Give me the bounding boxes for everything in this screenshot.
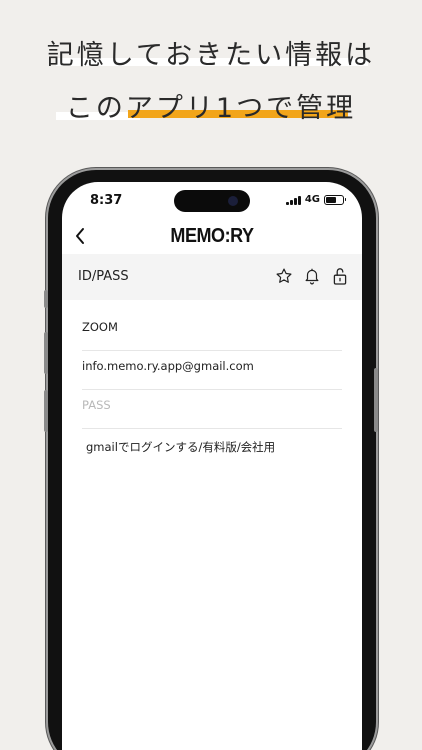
battery-icon [324,194,346,205]
status-time: 8:37 [90,193,123,208]
side-button-volume-down [44,390,48,432]
notification-button[interactable] [302,266,322,286]
status-right: 4G [286,194,346,205]
category-title: ID/PASS [78,269,129,284]
side-button-mute [44,290,48,308]
app-logo: MEMO:RY [170,225,254,247]
headline-line-1: 記憶しておきたい情報は [46,40,376,71]
network-label: 4G [304,194,320,205]
side-button-volume-up [44,332,48,374]
lock-button[interactable] [330,266,350,286]
status-bar: 8:37 4G [62,182,362,218]
memo-form: ZOOM info.memo.ry.app@gmail.com PASS gma… [82,312,342,455]
headline-line-2: このアプリ1つで管理 [65,93,357,124]
camera-dot [228,196,238,206]
star-icon [276,268,292,283]
unlock-icon [333,268,347,285]
service-name-field[interactable]: ZOOM [82,312,342,351]
favorite-button[interactable] [274,266,294,286]
memo-field[interactable]: gmailでログインする/有料版/会社用 [82,429,342,455]
phone-screen: 8:37 4G MEMO:RY ID/PASS ZOOM info.memo.r… [62,182,362,750]
id-field[interactable]: info.memo.ry.app@gmail.com [82,351,342,390]
bell-icon [305,268,319,285]
dynamic-island [174,190,250,212]
toolbar: ID/PASS [62,254,362,300]
nav-bar: MEMO:RY [62,220,362,256]
toolbar-icons [274,266,350,286]
signal-icon [286,195,301,205]
side-button-power [374,368,378,432]
password-field[interactable]: PASS [82,390,342,429]
